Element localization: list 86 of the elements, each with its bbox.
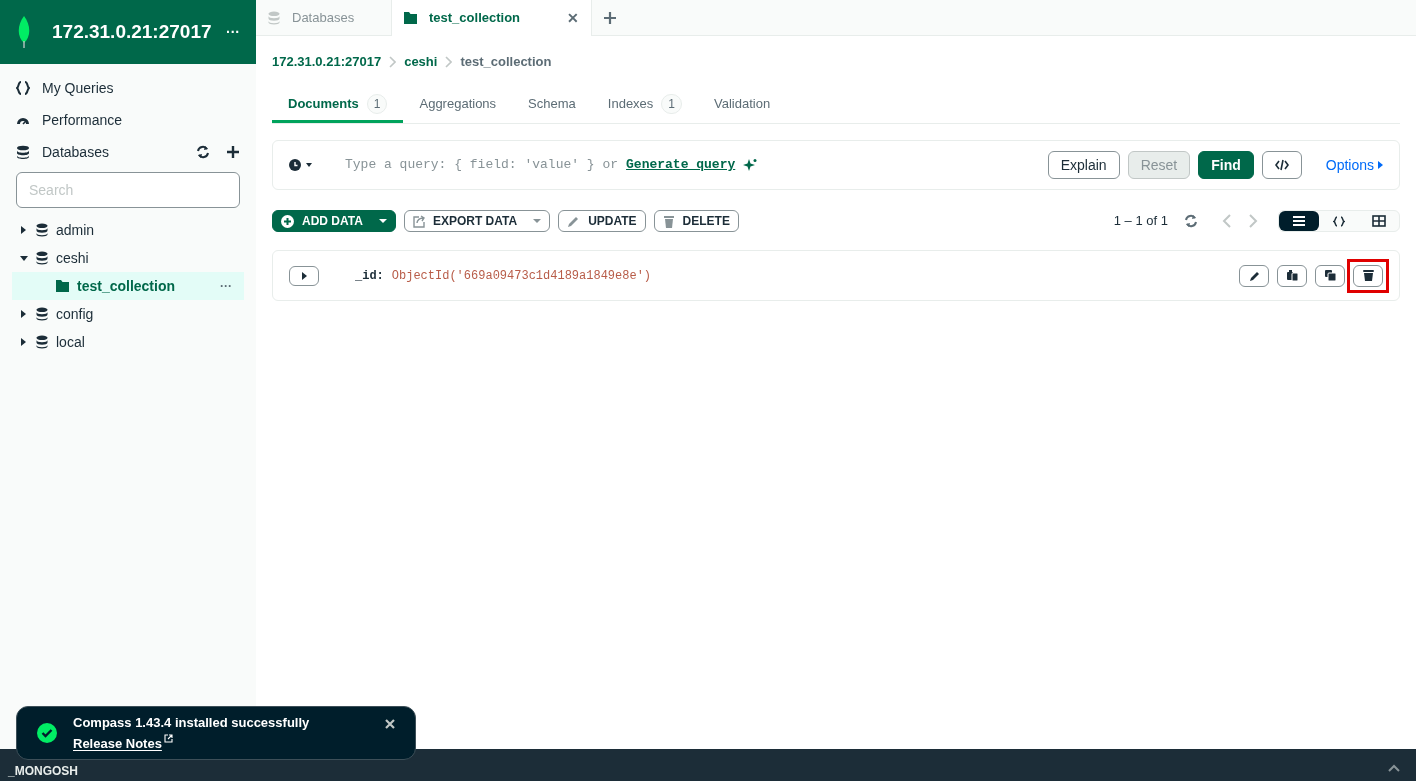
expand-button[interactable] bbox=[289, 265, 319, 286]
code-icon bbox=[1274, 159, 1289, 171]
refresh-icon[interactable] bbox=[196, 145, 210, 159]
database-item[interactable]: ceshi bbox=[0, 244, 256, 272]
caret-down-icon bbox=[378, 219, 387, 223]
list-icon bbox=[1293, 216, 1305, 226]
sparkle-icon bbox=[743, 158, 758, 172]
database-icon bbox=[36, 335, 48, 349]
braces-icon bbox=[1333, 215, 1345, 227]
pagination-range: 1 – 1 of 1 bbox=[1113, 212, 1168, 231]
success-check-icon bbox=[37, 723, 57, 743]
action-button[interactable]: DELETE bbox=[653, 210, 739, 232]
field-value: ObjectId('669a09473c1d4189a1849e8e') bbox=[391, 267, 652, 285]
query-button[interactable]: Explain bbox=[1047, 151, 1120, 179]
pencil-icon bbox=[567, 214, 581, 228]
pencil-icon bbox=[1248, 269, 1260, 282]
add-icon[interactable] bbox=[226, 145, 240, 159]
count-badge: 1 bbox=[661, 94, 683, 114]
code-button[interactable] bbox=[1261, 151, 1302, 179]
shell-label[interactable]: _MONGOSH bbox=[8, 762, 78, 780]
database-icon bbox=[36, 307, 48, 321]
leaf-logo-icon bbox=[16, 15, 32, 49]
breadcrumb-link[interactable]: 172.31.0.21:27017 bbox=[272, 52, 382, 72]
action-button[interactable]: EXPORT DATA bbox=[403, 210, 551, 232]
caret-right-icon bbox=[301, 271, 307, 280]
close-icon[interactable] bbox=[385, 719, 395, 729]
external-link-icon bbox=[163, 734, 173, 743]
database-icon bbox=[268, 10, 280, 25]
caret-right-icon bbox=[1378, 161, 1383, 169]
connection-menu-button[interactable]: ··· bbox=[226, 22, 240, 42]
chevron-icon bbox=[389, 56, 397, 68]
caret-down-icon[interactable] bbox=[20, 254, 28, 262]
query-placeholder: Type a query: { field: 'value' } or bbox=[345, 156, 619, 175]
plus-circle-icon bbox=[281, 214, 294, 228]
tab[interactable]: Documents 1 bbox=[272, 88, 404, 123]
clone-icon bbox=[1324, 269, 1336, 282]
document-tool-button[interactable] bbox=[1277, 264, 1307, 287]
action-button[interactable]: ADD DATA bbox=[272, 210, 396, 232]
chevron-up-icon[interactable] bbox=[1388, 764, 1400, 772]
action-button[interactable]: UPDATE bbox=[558, 210, 646, 232]
document-tool-button[interactable] bbox=[1353, 264, 1383, 287]
count-badge: 1 bbox=[366, 94, 388, 114]
folder-icon bbox=[56, 279, 69, 293]
breadcrumb-current: test_collection bbox=[460, 53, 552, 72]
clipboard-icon bbox=[1286, 269, 1298, 282]
export-icon bbox=[412, 214, 425, 228]
trash-icon bbox=[1362, 269, 1374, 282]
release-notes-link[interactable]: Release Notes bbox=[73, 734, 162, 754]
database-item[interactable]: admin bbox=[0, 216, 256, 244]
folder-icon bbox=[404, 11, 417, 25]
table-icon bbox=[1372, 215, 1386, 227]
field-key: _id: bbox=[355, 266, 384, 285]
tab[interactable]: Schema bbox=[512, 88, 592, 123]
query-button[interactable]: Find bbox=[1198, 151, 1254, 179]
caret-right-icon[interactable] bbox=[20, 338, 28, 346]
document-tool-button[interactable] bbox=[1315, 264, 1345, 287]
history-icon[interactable] bbox=[289, 159, 313, 171]
tab[interactable]: test_collection ✕ bbox=[392, 0, 592, 36]
database-icon bbox=[16, 145, 30, 159]
database-item[interactable]: local bbox=[0, 328, 256, 356]
databases-label: Databases bbox=[42, 142, 110, 162]
trash-icon bbox=[662, 214, 675, 228]
document-tool-button[interactable] bbox=[1239, 264, 1269, 287]
database-icon bbox=[36, 223, 48, 237]
nav-item[interactable]: Performance bbox=[0, 104, 256, 136]
options-link[interactable]: Options bbox=[1325, 154, 1383, 176]
tab[interactable]: Aggregations bbox=[403, 88, 513, 123]
chevron-icon bbox=[445, 56, 453, 68]
tab[interactable]: Indexes 1 bbox=[591, 88, 699, 123]
caret-right-icon[interactable] bbox=[20, 310, 28, 318]
database-item[interactable]: config bbox=[0, 300, 256, 328]
connection-title: 172.31.0.21:27017 bbox=[52, 19, 213, 44]
search-field[interactable]: Search bbox=[16, 172, 240, 208]
collection-item[interactable]: test_collection ··· bbox=[12, 272, 244, 300]
caret-down-icon bbox=[533, 219, 542, 223]
database-icon bbox=[36, 251, 48, 265]
tab[interactable]: Validation bbox=[698, 88, 787, 123]
breadcrumb-link[interactable]: ceshi bbox=[404, 52, 438, 72]
query-input[interactable]: Type a query: { field: 'value' } or Generate query bbox=[345, 155, 1040, 175]
view-toggle[interactable] bbox=[1279, 211, 1319, 231]
braces-icon bbox=[16, 81, 30, 95]
nav-item[interactable]: My Queries bbox=[0, 72, 256, 104]
add-tab-icon[interactable] bbox=[604, 11, 616, 24]
toast-message: Compass 1.43.4 installed successfully bbox=[73, 713, 311, 732]
generate-query-link[interactable]: Generate query bbox=[626, 155, 736, 175]
caret-right-icon[interactable] bbox=[20, 226, 28, 234]
